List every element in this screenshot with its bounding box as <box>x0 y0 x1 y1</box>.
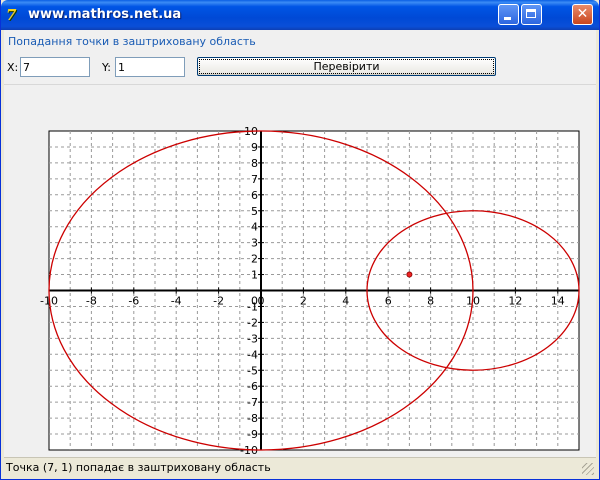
y-label: Y: <box>102 61 111 74</box>
x-input[interactable] <box>20 57 90 77</box>
y-tick-label: 9 <box>251 141 258 154</box>
app-window: 7 www.mathros.net.ua ✕ Попадання точки в… <box>0 0 600 480</box>
x-tick-label: -4 <box>171 295 182 308</box>
y-tick-label: -5 <box>247 364 258 377</box>
divider <box>4 84 596 85</box>
form-caption: Попадання точки в заштриховану область <box>8 35 256 48</box>
x-tick-label: 8 <box>427 295 434 308</box>
x-tick-label: 0 <box>258 295 265 308</box>
y-input[interactable] <box>115 57 185 77</box>
y-tick-label: 8 <box>251 157 258 170</box>
check-button[interactable]: Перевірити <box>197 57 496 76</box>
close-icon: ✕ <box>576 6 589 22</box>
x-tick-label: -2 <box>213 295 224 308</box>
x-tick-label: 12 <box>508 295 522 308</box>
y-tick-label: 5 <box>251 205 258 218</box>
maximize-button[interactable] <box>521 4 542 25</box>
y-tick-label: -3 <box>247 332 258 345</box>
y-tick-label: -8 <box>247 412 258 425</box>
y-tick-label: -2 <box>247 316 258 329</box>
y-tick-label: 4 <box>251 221 258 234</box>
y-tick-label: 2 <box>251 253 258 266</box>
maximize-icon <box>526 9 536 18</box>
window-title: www.mathros.net.ua <box>28 7 182 22</box>
status-bar: Точка (7, 1) попадає в заштриховану обла… <box>4 457 596 477</box>
minimize-button[interactable] <box>498 4 519 25</box>
y-tick-label: 0 <box>251 295 258 308</box>
x-tick-label: 14 <box>551 295 565 308</box>
y-tick-label: 3 <box>251 237 258 250</box>
title-bar[interactable]: 7 www.mathros.net.ua ✕ <box>1 0 599 30</box>
y-tick-label: -7 <box>247 396 258 409</box>
plot-svg: -10 -8 -6 -4 -2 0 2 4 6 8 10 12 14-10-9-8-7-6-5-4-3-… <box>40 125 580 457</box>
y-tick-label: -6 <box>247 380 258 393</box>
close-button[interactable]: ✕ <box>572 4 593 25</box>
x-tick-label: -8 <box>86 295 97 308</box>
x-tick-label: 2 <box>300 295 307 308</box>
plot-area: -10 -8 -6 -4 -2 0 2 4 6 8 10 12 14 -10 -9 -8 -7 -6 -5 -4 -3-… <box>4 88 596 468</box>
x-tick-label: 6 <box>385 295 392 308</box>
x-tick-label: 4 <box>342 295 349 308</box>
x-label: X: <box>7 61 19 74</box>
test-point <box>406 271 413 278</box>
client-area: Попадання точки в заштриховану область X… <box>4 30 596 476</box>
y-tick-label: 1 <box>251 269 258 282</box>
x-tick-label: -6 <box>128 295 139 308</box>
y-tick-label: 6 <box>251 189 258 202</box>
app-icon: 7 <box>6 6 17 24</box>
resize-grip[interactable] <box>582 463 594 475</box>
minimize-icon <box>504 17 511 20</box>
status-text: Точка (7, 1) попадає в заштриховану обла… <box>6 461 271 474</box>
y-tick-label: -4 <box>247 348 258 361</box>
y-tick-label: -9 <box>247 428 258 441</box>
y-tick-label: 7 <box>251 173 258 186</box>
